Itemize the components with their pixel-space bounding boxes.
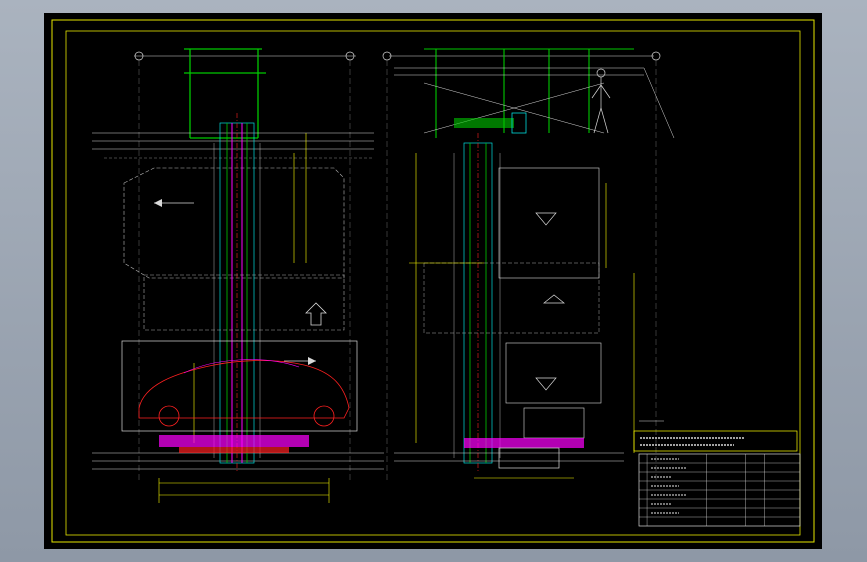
lower-bay	[505, 342, 602, 404]
inner-frame	[65, 30, 801, 536]
right-dimension-lines	[409, 153, 635, 479]
right-base-platform	[464, 438, 584, 448]
title-block	[638, 453, 801, 527]
base-platform	[159, 435, 309, 447]
right-elevation-view	[382, 48, 675, 483]
middle-pallet	[143, 274, 345, 331]
cad-drawing	[51, 19, 815, 543]
car-wheel	[313, 405, 335, 427]
outer-frame	[51, 19, 815, 543]
upper-pallet	[123, 167, 345, 279]
track-bands	[92, 132, 384, 470]
car-wheel	[158, 405, 180, 427]
left-elevation-view	[92, 48, 384, 503]
down-arrow-icon	[535, 377, 557, 391]
middle-bay	[423, 262, 600, 334]
notes-box	[633, 420, 798, 452]
person-figure-icon	[591, 68, 611, 134]
lift-column	[213, 113, 261, 473]
car-outline	[138, 360, 350, 419]
up-arrow-icon	[305, 302, 327, 326]
upper-bay	[498, 167, 600, 279]
drive-unit	[454, 118, 514, 128]
drawing-sheet	[44, 13, 822, 549]
down-arrow-icon	[535, 212, 557, 226]
car-pallet	[121, 340, 358, 432]
right-lift-column	[453, 133, 501, 473]
